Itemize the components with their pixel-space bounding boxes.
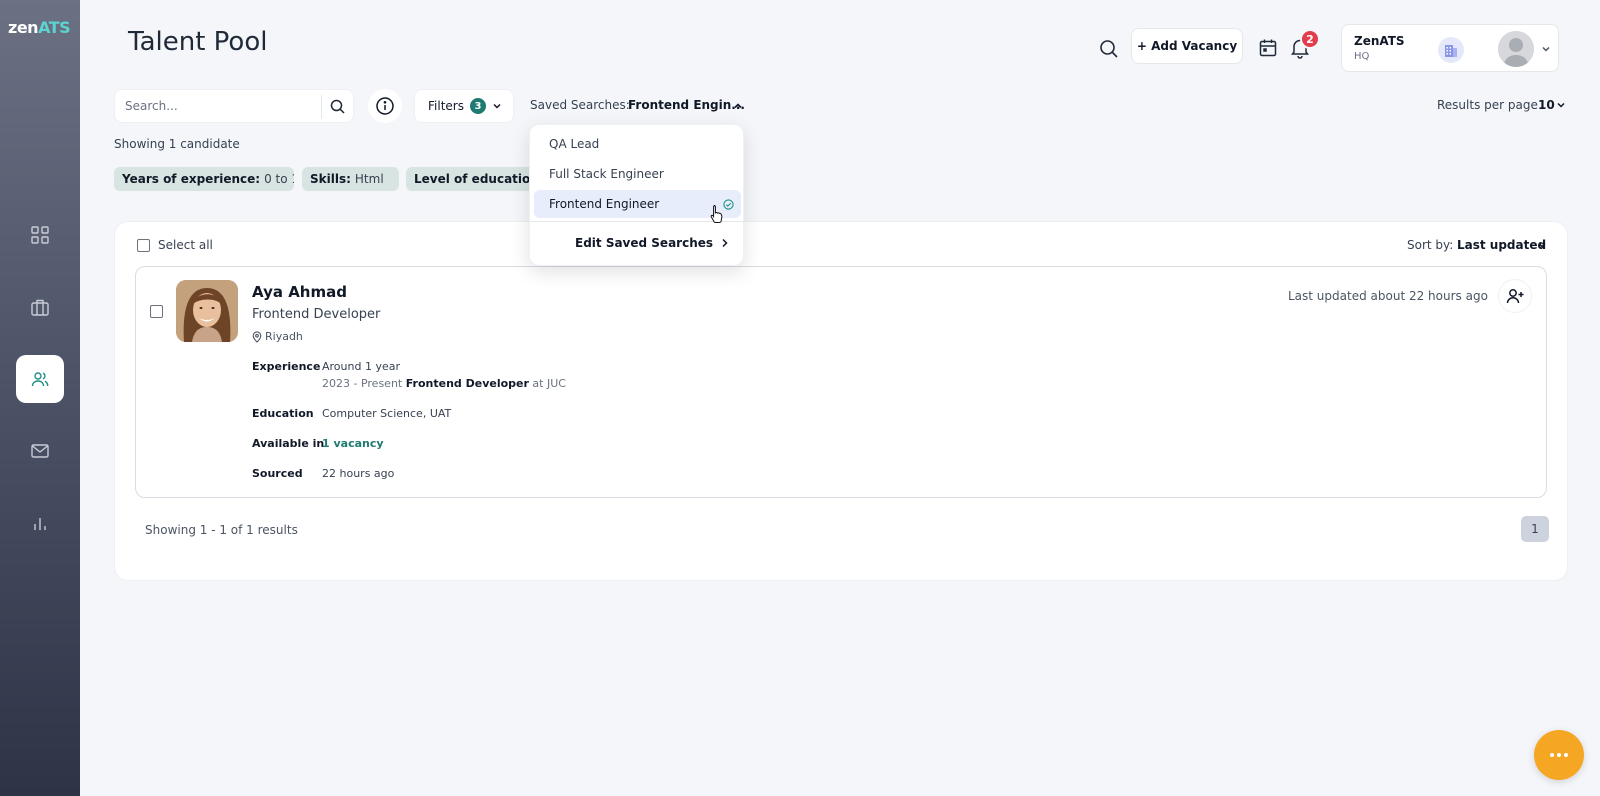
search-divider — [321, 95, 322, 119]
education-value: Computer Science, UAT — [322, 407, 452, 420]
saved-search-label: Frontend Engineer — [549, 197, 660, 211]
available-label: Available in — [252, 437, 325, 450]
results-per-page-select[interactable]: 10 — [1538, 98, 1555, 112]
page-title: Talent Pool — [128, 27, 268, 57]
logo-accent: ATS — [38, 18, 71, 37]
chevron-down-icon — [493, 103, 501, 109]
filter-chip-education: Level of education: U — [406, 167, 546, 191]
building-icon — [1438, 37, 1464, 63]
add-vacancy-button[interactable]: + Add Vacancy — [1131, 28, 1243, 64]
user-avatar[interactable] — [1498, 31, 1534, 67]
sort-select[interactable]: Last updated — [1457, 238, 1546, 252]
mail-icon — [31, 444, 49, 458]
sort-label: Sort by: — [1407, 238, 1454, 252]
candidate-checkbox[interactable] — [150, 305, 163, 318]
candidate-title: Frontend Developer — [252, 307, 381, 322]
chevron-down-icon[interactable] — [1540, 43, 1552, 55]
experience-detail: 2023 - Present Frontend Developer at JUC — [322, 377, 566, 390]
chevron-right-icon — [722, 238, 728, 248]
filter-chip-skills: Skills: Html — [302, 167, 399, 191]
sidebar-item-messages[interactable] — [16, 427, 64, 475]
experience-period: 2023 - Present — [322, 377, 403, 390]
chip-key: Level of education: — [414, 172, 544, 186]
chip-value: Html — [354, 172, 384, 186]
sidebar: zenATS — [0, 0, 80, 796]
notification-badge: 2 — [1300, 29, 1320, 49]
chat-button[interactable] — [1534, 730, 1584, 780]
grid-icon — [31, 226, 49, 244]
saved-search-item[interactable]: Full Stack Engineer — [534, 160, 741, 188]
last-updated-text: Last updated about 22 hours ago — [1288, 289, 1488, 303]
candidates-panel: Select all Sort by: Last updated Aya Ahm… — [114, 221, 1568, 581]
location-pin-icon — [252, 330, 262, 343]
candidate-location: Riyadh — [252, 330, 303, 343]
sourced-label: Sourced — [252, 467, 303, 480]
experience-label: Experience — [252, 360, 321, 373]
filters-button[interactable]: Filters 3 — [414, 89, 514, 123]
edit-saved-searches-link[interactable]: Edit Saved Searches — [575, 236, 729, 250]
available-vacancy-link[interactable]: 1 vacancy — [322, 437, 384, 450]
select-all[interactable]: Select all — [137, 238, 213, 252]
app-logo[interactable]: zenATS — [8, 18, 71, 37]
experience-company: at JUC — [532, 377, 566, 390]
select-all-checkbox[interactable] — [137, 238, 150, 252]
logo-main: zen — [8, 18, 39, 37]
sidebar-item-vacancies[interactable] — [16, 283, 64, 331]
sidebar-item-dashboard[interactable] — [16, 211, 64, 259]
bar-chart-icon — [34, 518, 46, 530]
users-icon — [31, 372, 49, 387]
search-icon[interactable] — [1098, 38, 1120, 60]
results-summary: Showing 1 - 1 of 1 results — [145, 523, 298, 537]
candidate-location-text: Riyadh — [265, 330, 303, 343]
company-location: HQ — [1354, 51, 1370, 62]
briefcase-icon — [31, 299, 49, 316]
candidate-name[interactable]: Aya Ahmad — [252, 283, 347, 301]
saved-searches-label: Saved Searches: — [530, 98, 630, 112]
search-box — [114, 89, 354, 123]
filters-label: Filters — [428, 99, 464, 113]
filters-count-badge: 3 — [469, 98, 486, 114]
sidebar-item-talent-pool[interactable] — [16, 355, 64, 403]
filter-chip-experience: Years of experience: 0 to 1 — [114, 167, 294, 191]
sourced-value: 22 hours ago — [322, 467, 395, 480]
candidate-count: Showing 1 candidate — [114, 137, 240, 151]
more-dots-icon — [1550, 753, 1568, 757]
add-to-vacancy-button[interactable] — [1498, 279, 1532, 313]
user-plus-icon — [1506, 289, 1524, 304]
sidebar-item-reports[interactable] — [16, 499, 64, 547]
company-switcher[interactable]: ZenATS HQ — [1341, 24, 1559, 72]
chevron-up-icon[interactable] — [732, 100, 744, 112]
saved-searches-toggle[interactable]: Frontend Engin... — [628, 98, 745, 112]
pointer-cursor-icon — [710, 205, 723, 223]
info-button[interactable] — [368, 89, 402, 123]
chevron-down-icon[interactable] — [1537, 240, 1547, 250]
education-label: Education — [252, 407, 314, 420]
candidate-photo — [176, 280, 238, 342]
select-all-label: Select all — [158, 238, 213, 252]
results-per-page-label: Results per page — [1437, 98, 1538, 112]
calendar-icon[interactable] — [1258, 38, 1278, 58]
chip-key: Years of experience: — [122, 172, 261, 186]
chevron-down-icon[interactable] — [1556, 100, 1566, 110]
experience-value: Around 1 year — [322, 360, 400, 373]
chip-value: 0 to 1 — [264, 172, 294, 186]
experience-role: Frontend Developer — [405, 377, 529, 390]
saved-search-item[interactable]: QA Lead — [534, 130, 741, 158]
pagination-page-1[interactable]: 1 — [1521, 516, 1549, 542]
info-icon — [376, 97, 394, 115]
company-name: ZenATS — [1354, 34, 1405, 48]
search-button-icon[interactable] — [329, 98, 347, 116]
candidate-card[interactable]: Aya Ahmad Frontend Developer Riyadh Expe… — [135, 266, 1547, 498]
edit-saved-searches-label: Edit Saved Searches — [575, 236, 714, 250]
chip-key: Skills: — [310, 172, 351, 186]
saved-searches-menu: QA Lead Full Stack Engineer Frontend Eng… — [529, 124, 745, 266]
search-input[interactable] — [125, 90, 325, 122]
